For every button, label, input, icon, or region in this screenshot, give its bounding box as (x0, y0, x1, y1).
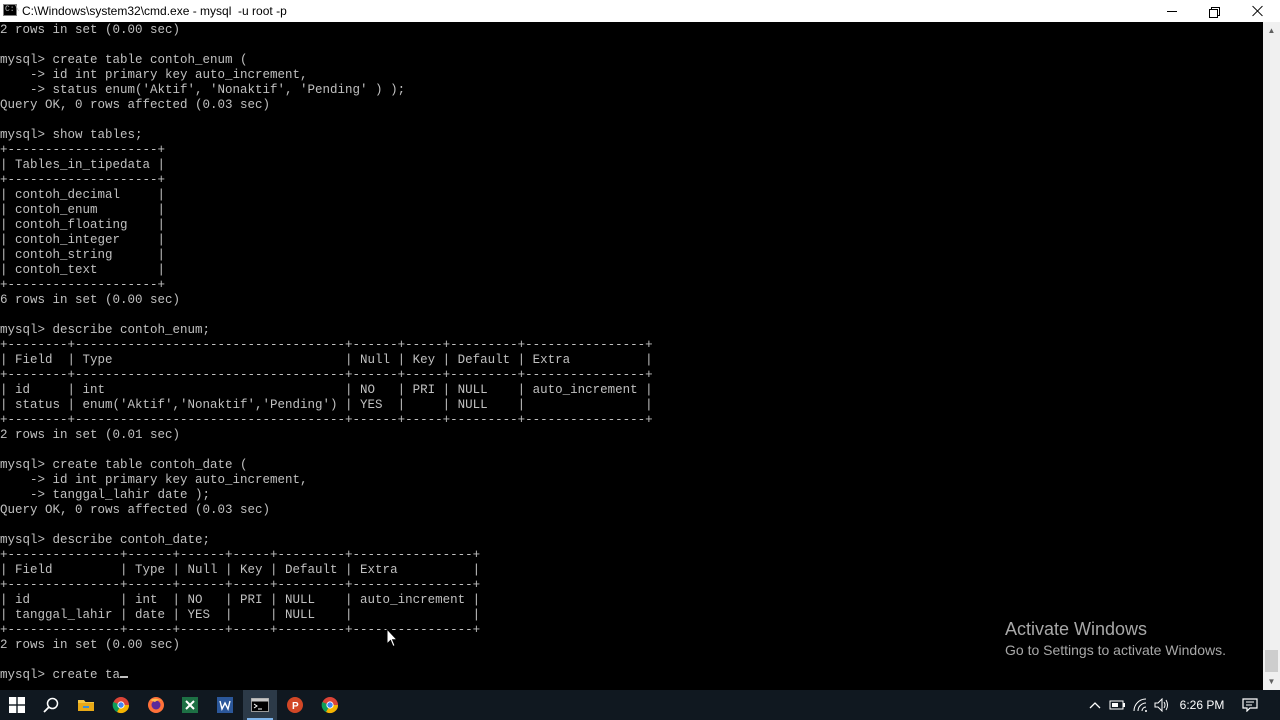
console-output[interactable]: 2 rows in set (0.00 sec) mysql> create t… (0, 22, 1263, 690)
mouse-pointer-icon (386, 628, 398, 648)
volume-icon[interactable] (1152, 690, 1172, 720)
minimize-icon (1167, 10, 1177, 12)
minimize-button[interactable] (1150, 0, 1194, 22)
action-center-notification-icon[interactable] (1238, 690, 1262, 720)
console-line: | Field | Type | Null | Key | Default | … (0, 353, 653, 367)
console-line: 2 rows in set (0.00 sec) (0, 638, 181, 652)
console-line: | id | int | NO | PRI | NULL | auto_incr… (0, 593, 481, 607)
console-line: | contoh_floating | (0, 218, 166, 232)
console-line: -> tanggal_lahir date ); (0, 488, 211, 502)
console-line: mysql> create table contoh_enum ( (0, 53, 248, 67)
console-line: 2 rows in set (0.00 sec) (0, 23, 181, 37)
console-line: | Tables_in_tipedata | (0, 158, 166, 172)
word-icon[interactable] (208, 690, 242, 720)
console-line: | status | enum('Aktif','Nonaktif','Pend… (0, 398, 653, 412)
console-line: | id | int | NO | PRI | NULL | auto_incr… (0, 383, 653, 397)
svg-text:P: P (292, 701, 299, 712)
console-line: | contoh_integer | (0, 233, 166, 247)
activate-windows-watermark: Activate Windows Go to Settings to activ… (1005, 618, 1226, 660)
console-line: | Field | Type | Null | Key | Default | … (0, 563, 481, 577)
cmd-icon[interactable] (243, 690, 277, 720)
console-line: +--------------------+ (0, 278, 166, 292)
console-line: mysql> describe contoh_date; (0, 533, 211, 547)
excel-icon[interactable] (173, 690, 207, 720)
show-hidden-icons-chevron-up-icon[interactable] (1086, 690, 1104, 720)
console-line: | contoh_decimal | (0, 188, 166, 202)
watermark-title: Activate Windows (1005, 619, 1148, 639)
console-line: | contoh_enum | (0, 203, 166, 217)
chrome-icon[interactable] (104, 690, 138, 720)
console-line: mysql> show tables; (0, 128, 143, 142)
firefox-icon[interactable] (139, 690, 173, 720)
console-line: +--------------------+ (0, 173, 166, 187)
taskbar-clock[interactable]: 6:26 PM (1172, 690, 1232, 720)
console-line: +--------------------+ (0, 143, 166, 157)
console-line: mysql> create table contoh_date ( (0, 458, 248, 472)
console-line: Query OK, 0 rows affected (0.03 sec) (0, 503, 271, 517)
console-line: 6 rows in set (0.00 sec) (0, 293, 181, 307)
scroll-thumb[interactable] (1265, 650, 1278, 672)
powerpoint-icon[interactable]: P (278, 690, 312, 720)
chrome-icon-2[interactable] (313, 690, 347, 720)
search-icon[interactable] (34, 690, 68, 720)
window-title-bar[interactable]: C:\ C:\Windows\system32\cmd.exe - mysql … (0, 0, 1280, 23)
file-explorer-icon[interactable] (69, 690, 103, 720)
text-cursor (120, 676, 129, 678)
console-line: +--------+------------------------------… (0, 338, 653, 352)
console-line: 2 rows in set (0.01 sec) (0, 428, 181, 442)
scroll-up-arrow-icon[interactable]: ▲ (1263, 22, 1280, 39)
console-line: +--------+------------------------------… (0, 368, 653, 382)
console-line: -> id int primary key auto_increment, (0, 68, 308, 82)
wifi-icon[interactable] (1131, 690, 1151, 720)
console-line: -> id int primary key auto_increment, (0, 473, 308, 487)
vertical-scrollbar[interactable]: ▲ ▼ (1263, 22, 1280, 690)
console-line: Query OK, 0 rows affected (0.03 sec) (0, 98, 271, 112)
window-title: C:\Windows\system32\cmd.exe - mysql -u r… (22, 4, 287, 18)
restore-icon (1209, 6, 1220, 18)
console-line: +--------+------------------------------… (0, 413, 653, 427)
close-button[interactable] (1236, 0, 1280, 22)
console-input-line[interactable]: mysql> create ta (0, 668, 120, 682)
close-icon (1252, 5, 1264, 17)
battery-icon[interactable] (1108, 690, 1128, 720)
console-line: +---------------+------+------+-----+---… (0, 578, 481, 592)
windows-start-icon[interactable] (0, 690, 34, 720)
console-line: | contoh_text | (0, 263, 166, 277)
console-line: | tanggal_lahir | date | YES | | NULL | … (0, 608, 481, 622)
cmd-app-icon[interactable]: C:\ (3, 4, 19, 16)
console-line: | contoh_string | (0, 248, 166, 262)
console-text: 2 rows in set (0.00 sec) mysql> create t… (0, 23, 653, 683)
console-line: -> status enum('Aktif', 'Nonaktif', 'Pen… (0, 83, 406, 97)
taskbar: P 6:26 PM (0, 690, 1280, 720)
watermark-subtitle: Go to Settings to activate Windows. (1005, 642, 1226, 658)
console-line: mysql> describe contoh_enum; (0, 323, 211, 337)
restore-button[interactable] (1192, 0, 1236, 22)
console-line: +---------------+------+------+-----+---… (0, 548, 481, 562)
scroll-down-arrow-icon[interactable]: ▼ (1263, 673, 1280, 690)
console-history: 2 rows in set (0.00 sec) mysql> create t… (0, 23, 653, 652)
console-line: +---------------+------+------+-----+---… (0, 623, 481, 637)
